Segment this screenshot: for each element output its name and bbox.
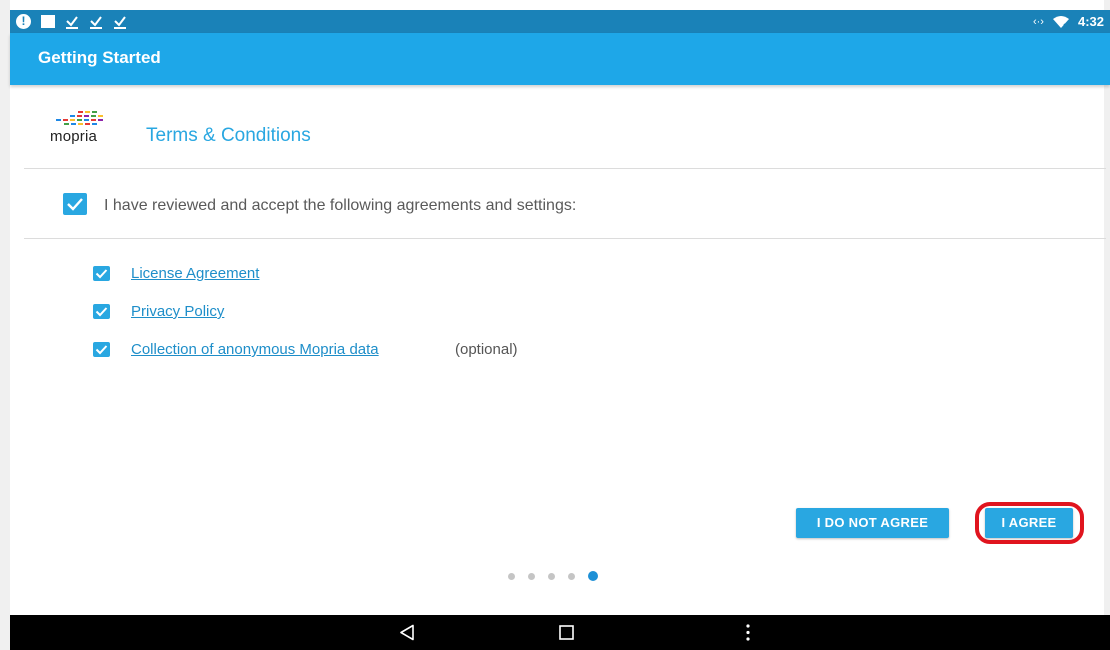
status-bar-notifications: ! [16,13,127,30]
app-bar-title: Getting Started [38,48,161,67]
page-dot-active [588,571,598,581]
right-edge [1104,0,1110,650]
mopria-logo-dots [56,111,103,125]
accept-all-checkbox[interactable] [63,193,87,215]
status-bar: ! ‹·› 4:32 [10,10,1110,33]
page-dot [528,572,535,580]
privacy-policy-checkbox[interactable] [93,304,110,319]
data-collection-link[interactable]: Collection of anonymous Mopria data [131,341,379,358]
app-bar: Getting Started [10,33,1110,85]
accept-all-label: I have reviewed and accept the following… [104,197,577,214]
download-icon [114,16,126,29]
check-icon [95,269,108,279]
mopria-logo: mopria [50,110,116,146]
status-bar-system: ‹·› 4:32 [1033,13,1104,30]
wifi-icon [1052,15,1069,29]
clock: 4:32 [1077,14,1104,29]
optional-label: (optional) [455,341,518,358]
navigation-bar [10,615,1110,650]
square-icon [41,15,55,28]
privacy-policy-link[interactable]: Privacy Policy [131,303,224,320]
divider [24,238,1106,239]
sync-icon: ‹·› [1032,15,1044,28]
license-agreement-link[interactable]: License Agreement [131,265,259,282]
divider [24,168,1106,169]
disagree-button[interactable]: I DO NOT AGREE [796,508,949,538]
download-icon [90,16,102,29]
page-dot [508,572,515,580]
check-icon [67,198,83,211]
data-collection-checkbox[interactable] [93,342,110,357]
back-icon[interactable] [388,615,428,650]
check-icon [95,307,108,317]
check-icon [95,345,108,355]
page-indicator [508,571,598,581]
license-agreement-checkbox[interactable] [93,266,110,281]
left-edge [0,0,10,650]
home-icon[interactable] [547,615,587,650]
page-title: Terms & Conditions [146,125,311,146]
download-icon [66,16,78,29]
alert-icon: ! [16,14,31,29]
mopria-logo-text: mopria [50,128,98,145]
page-dot [568,572,575,580]
agree-button-highlight [975,502,1084,544]
menu-icon[interactable] [728,615,768,650]
page-dot [548,572,555,580]
